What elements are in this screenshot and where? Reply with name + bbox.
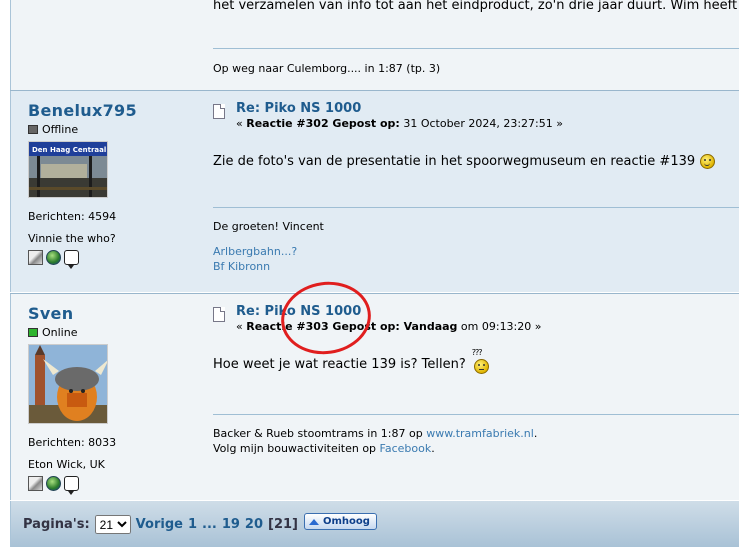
status-label: Offline bbox=[42, 123, 79, 136]
smiley-icon bbox=[700, 154, 716, 169]
post-meta: « Reactie #302 Gepost op: 31 October 202… bbox=[236, 117, 563, 130]
pagination-bar: Pagina's: 21 Vorige 1 ... 19 20 [21] Omh… bbox=[10, 501, 739, 547]
meta-prefix: « bbox=[236, 117, 247, 130]
custom-title: Vinnie the who? bbox=[28, 232, 116, 245]
online-status: Online bbox=[28, 326, 198, 339]
confused-smiley-text: ??? bbox=[471, 348, 483, 357]
scroll-top-button[interactable]: Omhoog bbox=[304, 513, 377, 530]
post-count: Berichten: 4594 bbox=[28, 210, 117, 223]
signature-link-tramfabriek[interactable]: www.tramfabriek.nl bbox=[426, 427, 534, 440]
poster-name-link[interactable]: Sven bbox=[28, 304, 198, 323]
scroll-top-label: Omhoog bbox=[323, 516, 370, 527]
meta-prefix: « bbox=[236, 320, 247, 333]
post-document-icon bbox=[213, 104, 225, 119]
signature-separator bbox=[213, 207, 739, 208]
pagination: Pagina's: 21 Vorige 1 ... 19 20 [21] Omh… bbox=[23, 513, 377, 534]
signature-link-facebook[interactable]: Facebook bbox=[380, 442, 432, 455]
profile-icons bbox=[28, 250, 198, 269]
custom-title: Eton Wick, UK bbox=[28, 458, 105, 471]
signature-line-2: Volg mijn bouwactiviteiten op Facebook. bbox=[213, 441, 537, 456]
poster-name-link[interactable]: Benelux795 bbox=[28, 101, 198, 120]
current-page: [21] bbox=[268, 517, 298, 532]
post-count: Berichten: 8033 bbox=[28, 436, 117, 449]
status-label: Online bbox=[42, 326, 78, 339]
avatar bbox=[28, 344, 108, 424]
post-message: Re: Piko NS 1000 « Reactie #302 Gepost o… bbox=[213, 101, 739, 273]
page-link-19[interactable]: 19 bbox=[222, 517, 240, 532]
online-status: Offline bbox=[28, 123, 198, 136]
signature-text: De groeten! Vincent bbox=[213, 220, 324, 233]
confused-smiley: ??? bbox=[472, 348, 489, 374]
forum-board: het verzamelen van info tot aan het eind… bbox=[10, 0, 739, 547]
post-303: Sven Online Berichten: 8033 Eton Wick, U… bbox=[10, 294, 739, 500]
online-status-icon bbox=[28, 328, 38, 337]
pagination-label: Pagina's: bbox=[23, 517, 90, 532]
poster-info: Benelux795 Offline Den Haag Centraal Ber… bbox=[28, 101, 198, 269]
profile-icons bbox=[28, 476, 198, 495]
avatar: Den Haag Centraal bbox=[28, 141, 108, 198]
page-link-1[interactable]: 1 bbox=[188, 517, 197, 532]
signature-link-kibronn[interactable]: Bf Kibronn bbox=[213, 259, 324, 274]
signature-separator bbox=[213, 414, 739, 415]
signature-line-1: Backer & Rueb stoomtrams in 1:87 op www.… bbox=[213, 426, 537, 441]
poster-info: Sven Online Berichten: 8033 Eton Wick, U… bbox=[28, 304, 198, 495]
offline-status-icon bbox=[28, 125, 38, 134]
post-body-text: Hoe weet je wat reactie 139 is? Tellen? bbox=[213, 357, 466, 372]
arrow-up-icon bbox=[309, 518, 319, 525]
profile-icon[interactable] bbox=[28, 250, 43, 265]
post-body: Hoe weet je wat reactie 139 is? Tellen? … bbox=[213, 348, 739, 374]
page-select[interactable]: 21 bbox=[94, 515, 131, 534]
signature-text: Backer & Rueb stoomtrams in 1:87 op bbox=[213, 427, 427, 440]
previous-post-signature: Op weg naar Culemborg.... in 1:87 (tp. 3… bbox=[213, 62, 441, 75]
website-globe-icon[interactable] bbox=[46, 250, 61, 265]
previous-post-body: het verzamelen van info tot aan het eind… bbox=[213, 0, 739, 13]
post-subject-link[interactable]: Re: Piko NS 1000 bbox=[236, 101, 563, 116]
website-globe-icon[interactable] bbox=[46, 476, 61, 491]
reply-number: Reactie #302 Gepost op: bbox=[246, 117, 400, 130]
post-date: om 09:13:20 » bbox=[457, 320, 542, 333]
personal-message-icon[interactable] bbox=[64, 250, 79, 269]
pagination-ellipsis: ... bbox=[202, 517, 217, 532]
post-302: Benelux795 Offline Den Haag Centraal Ber… bbox=[10, 91, 739, 292]
post-body-text: Zie de foto's van de presentatie in het … bbox=[213, 154, 696, 169]
signature-separator bbox=[213, 48, 739, 49]
post-date: 31 October 2024, 23:27:51 » bbox=[399, 117, 563, 130]
page-link-20[interactable]: 20 bbox=[245, 517, 263, 532]
previous-post: het verzamelen van info tot aan het eind… bbox=[10, 0, 739, 90]
signature-text-end: . bbox=[533, 427, 538, 440]
signature: De groeten! Vincent Arlbergbahn...? Bf K… bbox=[213, 219, 324, 274]
profile-icon[interactable] bbox=[28, 476, 43, 491]
post-document-icon bbox=[213, 307, 225, 322]
signature: Backer & Rueb stoomtrams in 1:87 op www.… bbox=[213, 426, 537, 456]
personal-message-icon[interactable] bbox=[64, 476, 79, 495]
prev-link[interactable]: Vorige bbox=[136, 517, 183, 532]
post-header: Re: Piko NS 1000 « Reactie #302 Gepost o… bbox=[213, 101, 739, 130]
signature-text: Volg mijn bouwactiviteiten op bbox=[213, 442, 380, 455]
post-body: Zie de foto's van de presentatie in het … bbox=[213, 154, 739, 169]
confused-smiley-icon bbox=[473, 359, 489, 374]
avatar-sign-text: Den Haag Centraal bbox=[32, 146, 106, 154]
signature-link-arlbergbahn[interactable]: Arlbergbahn...? bbox=[213, 244, 324, 259]
signature-text-end: . bbox=[431, 442, 435, 455]
